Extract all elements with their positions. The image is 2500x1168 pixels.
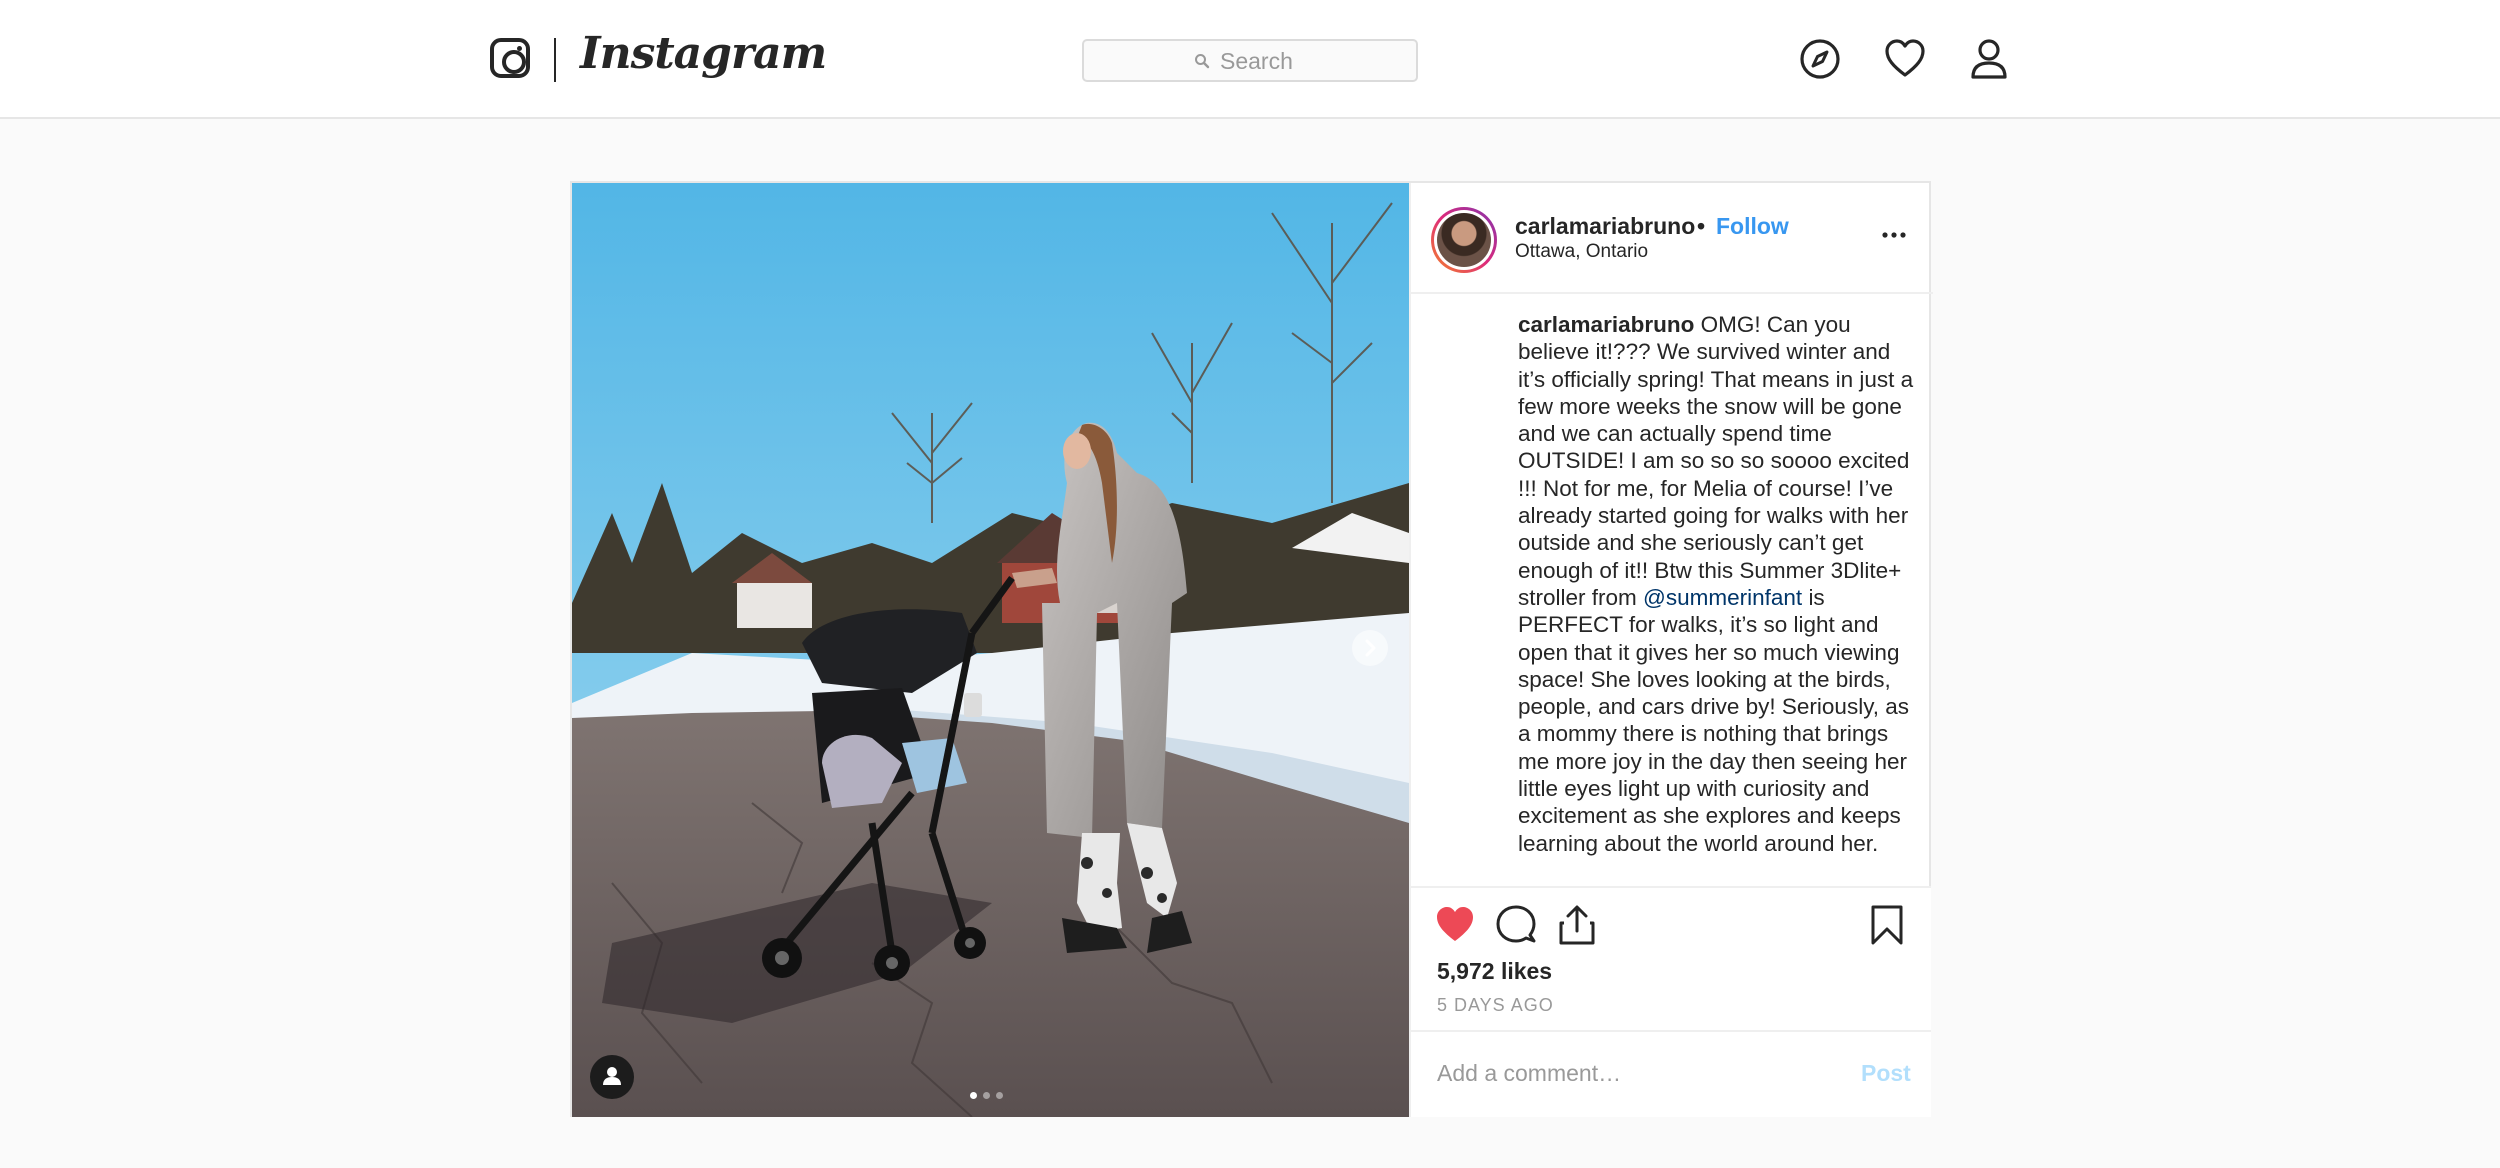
post-photo-illustration xyxy=(572,183,1409,1117)
post-location[interactable]: Ottawa, Ontario xyxy=(1515,241,1648,263)
post-header: carlamariabruno • Follow Ottawa, Ontario xyxy=(1411,183,1933,294)
caption-username[interactable]: carlamariabruno xyxy=(1518,312,1694,337)
carousel-dot xyxy=(983,1092,990,1099)
top-navigation: Instagram Search xyxy=(0,0,2500,119)
post-caption: carlamariabruno OMG! Can you believe it!… xyxy=(1518,311,1918,857)
search-icon xyxy=(1195,54,1210,69)
chevron-right-icon xyxy=(1365,639,1376,657)
carousel-indicator xyxy=(970,1086,1009,1104)
post-actions: 5,972 likes 5 DAYS AGO xyxy=(1411,886,1931,1036)
caption-text: OMG! Can you believe it!??? We survived … xyxy=(1518,312,1914,610)
post-username[interactable]: carlamariabruno xyxy=(1515,213,1695,240)
instagram-camera-icon[interactable] xyxy=(490,38,530,78)
tagged-users-button[interactable] xyxy=(590,1055,634,1099)
comment-input[interactable]: Add a comment… xyxy=(1437,1060,1621,1087)
caption-mention-link[interactable]: @summerinfant xyxy=(1643,585,1802,610)
search-placeholder: Search xyxy=(1220,48,1293,74)
post-card: carlamariabruno • Follow Ottawa, Ontario… xyxy=(570,181,1933,1117)
carousel-dot-active xyxy=(970,1092,977,1099)
bookmark-icon[interactable] xyxy=(1865,903,1909,947)
comment-form: Add a comment… Post xyxy=(1411,1030,1931,1117)
carousel-dot xyxy=(996,1092,1003,1099)
next-photo-button[interactable] xyxy=(1352,630,1388,666)
post-photo[interactable] xyxy=(572,183,1409,1117)
post-timestamp[interactable]: 5 DAYS AGO xyxy=(1437,995,1554,1016)
comment-icon[interactable] xyxy=(1494,903,1538,947)
separator-dot: • xyxy=(1697,213,1706,239)
user-tag-icon xyxy=(603,1067,621,1085)
logo-divider xyxy=(554,38,556,82)
like-heart-icon[interactable] xyxy=(1433,903,1477,947)
compass-icon[interactable] xyxy=(1798,37,1842,81)
more-options-icon[interactable] xyxy=(1879,225,1909,245)
avatar[interactable] xyxy=(1431,207,1497,273)
avatar-image xyxy=(1437,213,1491,267)
caption-text-continued: is PERFECT for walks, it’s so light and … xyxy=(1518,584,1910,856)
share-icon[interactable] xyxy=(1555,903,1599,947)
search-input[interactable]: Search xyxy=(1082,39,1418,82)
instagram-wordmark[interactable]: Instagram xyxy=(580,28,827,79)
likes-count[interactable]: 5,972 likes xyxy=(1437,958,1552,985)
post-comment-button[interactable]: Post xyxy=(1861,1060,1911,1087)
heart-icon[interactable] xyxy=(1883,37,1927,81)
profile-icon[interactable] xyxy=(1967,37,2011,81)
post-sidebar: carlamariabruno • Follow Ottawa, Ontario… xyxy=(1409,183,1933,1117)
follow-button[interactable]: Follow xyxy=(1716,213,1789,240)
comments-scroll-area[interactable]: carlamariabruno OMG! Can you believe it!… xyxy=(1411,296,1931,886)
